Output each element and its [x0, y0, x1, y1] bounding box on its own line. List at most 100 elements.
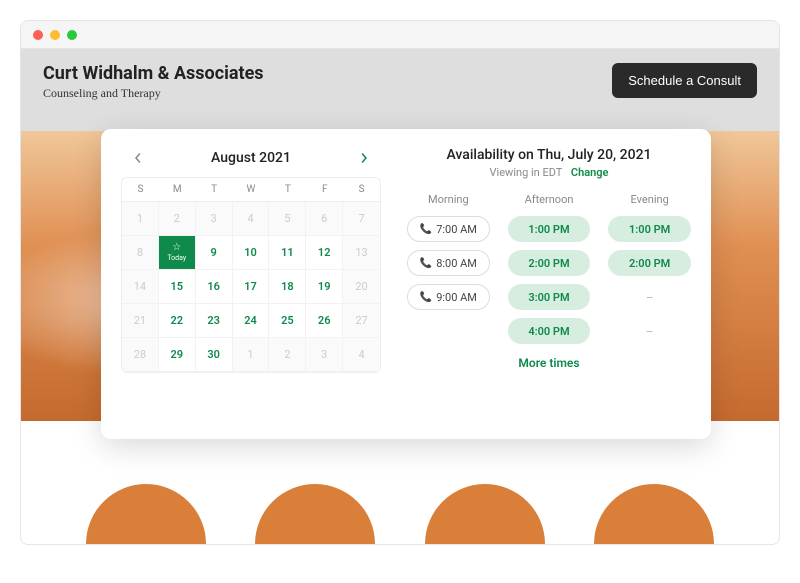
time-slot-button[interactable]: 📞 9:00 AM: [407, 284, 490, 310]
calendar-day-cell[interactable]: 26: [306, 304, 343, 338]
calendar-day-cell[interactable]: 9: [196, 236, 233, 270]
time-slots-grid: Morning Afternoon Evening 📞 7:00 AM 1:00 PM 1:…: [407, 193, 691, 344]
slot-column-header: Afternoon: [508, 193, 591, 206]
phone-icon: 📞: [420, 258, 432, 269]
schedule-consult-button[interactable]: Schedule a Consult: [612, 63, 757, 98]
calendar: August 2021 SMTWTFS12345678☆Today9101112…: [121, 147, 381, 421]
time-slot-label: 2:00 PM: [629, 257, 670, 270]
time-slot-label: 8:00 AM: [436, 257, 477, 270]
change-timezone-link[interactable]: Change: [571, 166, 609, 179]
time-slot-label: 1:00 PM: [528, 223, 569, 236]
calendar-day-cell: 1: [233, 338, 270, 372]
brand-title: Curt Widhalm & Associates: [43, 63, 264, 84]
timezone-text: Viewing in EDT: [490, 166, 563, 179]
calendar-day-cell: 7: [343, 202, 380, 236]
availability-title: Availability on Thu, July 20, 2021: [407, 147, 691, 163]
calendar-day-cell: 3: [196, 202, 233, 236]
time-slot-label: 9:00 AM: [436, 291, 477, 304]
calendar-day-cell: 1: [122, 202, 159, 236]
time-slot-button[interactable]: 2:00 PM: [508, 250, 591, 276]
phone-icon: 📞: [420, 292, 432, 303]
slot-unavailable: --: [608, 318, 691, 344]
brand-subtitle: Counseling and Therapy: [43, 86, 264, 101]
calendar-day-cell[interactable]: 30: [196, 338, 233, 372]
decor-circle: [86, 484, 206, 545]
calendar-today-cell[interactable]: ☆Today: [159, 236, 196, 270]
calendar-day-cell: 28: [122, 338, 159, 372]
scheduler-panel: August 2021 SMTWTFS12345678☆Today9101112…: [101, 129, 711, 439]
calendar-day-cell[interactable]: 25: [269, 304, 306, 338]
time-slot-button[interactable]: 📞 8:00 AM: [407, 250, 490, 276]
availability-pane: Availability on Thu, July 20, 2021 Viewi…: [381, 147, 691, 421]
calendar-dow: S: [122, 178, 159, 202]
calendar-dow: M: [159, 178, 196, 202]
calendar-prev-button[interactable]: [127, 147, 149, 169]
time-slot-label: 4:00 PM: [528, 325, 569, 338]
calendar-day-cell: 2: [269, 338, 306, 372]
calendar-dow: F: [306, 178, 343, 202]
more-times-link[interactable]: More times: [407, 356, 691, 370]
calendar-day-cell[interactable]: 17: [233, 270, 270, 304]
calendar-grid: SMTWTFS12345678☆Today9101112131415161718…: [121, 177, 381, 373]
calendar-day-cell[interactable]: 18: [269, 270, 306, 304]
time-slot-button[interactable]: 2:00 PM: [608, 250, 691, 276]
calendar-day-cell: 4: [233, 202, 270, 236]
time-slot-label: 3:00 PM: [528, 291, 569, 304]
calendar-day-cell: 8: [122, 236, 159, 270]
calendar-day-cell[interactable]: 24: [233, 304, 270, 338]
brand-block: Curt Widhalm & Associates Counseling and…: [43, 63, 264, 101]
window-minimize-dot[interactable]: [50, 30, 60, 40]
slot-column-header: Evening: [608, 193, 691, 206]
calendar-dow: T: [196, 178, 233, 202]
calendar-day-cell: 4: [343, 338, 380, 372]
window-close-dot[interactable]: [33, 30, 43, 40]
calendar-day-cell: 3: [306, 338, 343, 372]
calendar-day-cell[interactable]: 29: [159, 338, 196, 372]
calendar-day-cell[interactable]: 10: [233, 236, 270, 270]
calendar-day-cell: 21: [122, 304, 159, 338]
calendar-day-cell[interactable]: 22: [159, 304, 196, 338]
time-slot-label: 1:00 PM: [629, 223, 670, 236]
calendar-day-cell[interactable]: 12: [306, 236, 343, 270]
slot-unavailable: --: [608, 284, 691, 310]
calendar-day-cell: 27: [343, 304, 380, 338]
calendar-day-cell[interactable]: 16: [196, 270, 233, 304]
time-slot-button[interactable]: 3:00 PM: [508, 284, 591, 310]
availability-timezone: Viewing in EDT Change: [407, 166, 691, 179]
calendar-header: August 2021: [121, 147, 381, 177]
site-header: Curt Widhalm & Associates Counseling and…: [21, 49, 779, 141]
calendar-month-label: August 2021: [211, 150, 291, 166]
decor-circle: [255, 484, 375, 545]
slot-spacer: [407, 318, 490, 344]
calendar-day-cell: 2: [159, 202, 196, 236]
time-slot-button[interactable]: 4:00 PM: [508, 318, 591, 344]
time-slot-button[interactable]: 1:00 PM: [508, 216, 591, 242]
calendar-day-cell: 13: [343, 236, 380, 270]
calendar-dow: W: [233, 178, 270, 202]
time-slot-button[interactable]: 1:00 PM: [608, 216, 691, 242]
calendar-day-cell[interactable]: 11: [269, 236, 306, 270]
phone-icon: 📞: [420, 224, 432, 235]
decor-circle: [425, 484, 545, 545]
time-slot-button[interactable]: 📞 7:00 AM: [407, 216, 490, 242]
calendar-day-cell: 6: [306, 202, 343, 236]
decor-circle: [594, 484, 714, 545]
chevron-right-icon: [359, 153, 369, 163]
calendar-dow: T: [269, 178, 306, 202]
calendar-dow: S: [343, 178, 380, 202]
footer-decor: [21, 484, 779, 545]
chevron-left-icon: [133, 153, 143, 163]
calendar-next-button[interactable]: [353, 147, 375, 169]
calendar-day-cell: 14: [122, 270, 159, 304]
time-slot-label: 7:00 AM: [436, 223, 477, 236]
calendar-day-cell[interactable]: 19: [306, 270, 343, 304]
calendar-day-cell: 20: [343, 270, 380, 304]
slot-column-header: Morning: [407, 193, 490, 206]
star-icon: ☆: [172, 243, 181, 253]
app-window: Curt Widhalm & Associates Counseling and…: [20, 20, 780, 545]
today-label: Today: [167, 254, 186, 262]
calendar-day-cell[interactable]: 15: [159, 270, 196, 304]
window-maximize-dot[interactable]: [67, 30, 77, 40]
calendar-day-cell: 5: [269, 202, 306, 236]
calendar-day-cell[interactable]: 23: [196, 304, 233, 338]
